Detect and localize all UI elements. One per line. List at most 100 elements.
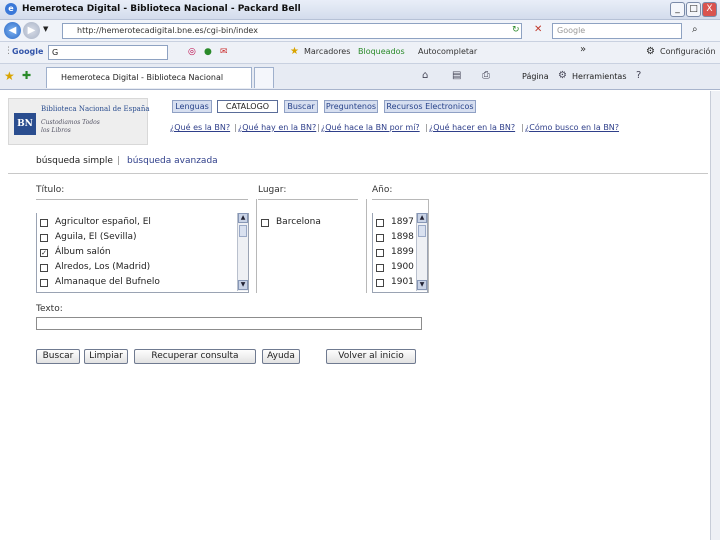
texto-label: Texto:: [36, 304, 63, 314]
lugar-checkbox[interactable]: [261, 219, 269, 227]
list-item-label: 1898: [391, 232, 414, 242]
nav-recursos[interactable]: Recursos Electronicos: [384, 100, 476, 113]
logo-tagline: Custodiamos Todos los Libros: [41, 119, 100, 134]
texto-input[interactable]: [36, 317, 422, 330]
titulo-label: Título:: [36, 185, 65, 195]
anio-checkbox[interactable]: [376, 234, 384, 242]
scroll-down-icon[interactable]: ▼: [417, 280, 427, 290]
scroll-up-icon[interactable]: ▲: [238, 213, 248, 223]
scroll-up-icon[interactable]: ▲: [417, 213, 427, 223]
divider: [258, 199, 358, 200]
recuperar-consulta-button[interactable]: Recuperar consulta: [134, 349, 256, 364]
anio-checkbox[interactable]: [376, 264, 384, 272]
favorites-star-icon[interactable]: ★: [4, 69, 15, 83]
anio-checkbox[interactable]: [376, 279, 384, 287]
feeds-icon[interactable]: ▤: [452, 70, 461, 81]
refresh-icon[interactable]: ↻: [512, 25, 520, 35]
url-text: http://hemerotecadigital.bne.es/cgi-bin/…: [77, 26, 258, 35]
list-item-label: 1897: [391, 217, 414, 227]
google-toolbar: ⋮ Google G ◎ ● ✉ ★ Marcadores Bloqueados…: [0, 42, 720, 64]
close-button[interactable]: X: [702, 2, 717, 17]
list-item-label: Aguila, El (Sevilla): [55, 232, 137, 242]
bne-logo[interactable]: BN Biblioteca Nacional de España Custodi…: [8, 98, 150, 145]
link-como-busco[interactable]: ¿Cómo busco en la BN?: [525, 123, 619, 132]
titulo-checkbox[interactable]: [40, 234, 48, 242]
list-item-label: 1900: [391, 262, 414, 272]
help-icon[interactable]: ?: [636, 70, 641, 81]
buscar-button[interactable]: Buscar: [36, 349, 80, 364]
settings-icon[interactable]: ⚙: [646, 46, 655, 57]
page-menu[interactable]: Página: [522, 72, 549, 81]
window-title: Hemeroteca Digital - Biblioteca Nacional…: [22, 4, 301, 14]
popup-icon[interactable]: ●: [204, 47, 212, 57]
scroll-thumb[interactable]: [418, 225, 426, 237]
search-icon[interactable]: ⌕: [692, 24, 698, 35]
settings-menu[interactable]: Configuración: [660, 47, 716, 56]
bookmark-star-icon[interactable]: ★: [290, 46, 299, 57]
search-simple-link[interactable]: búsqueda simple: [36, 156, 113, 166]
search-input[interactable]: Google: [552, 23, 682, 39]
titulo-checkbox[interactable]: [40, 219, 48, 227]
forward-icon[interactable]: ▶: [23, 22, 40, 39]
address-bar: ◀ ▶ ▼ http://hemerotecadigital.bne.es/cg…: [0, 20, 720, 42]
tools-menu[interactable]: Herramientas: [572, 72, 627, 81]
google-search-field[interactable]: G: [48, 45, 168, 60]
anio-checkbox[interactable]: [376, 219, 384, 227]
page-scrollbar[interactable]: [710, 91, 720, 540]
link-que-es[interactable]: ¿Qué es la BN?: [170, 123, 230, 132]
tab-hemeroteca[interactable]: Hemeroteca Digital - Biblioteca Nacional: [46, 67, 252, 88]
divider: [36, 199, 248, 200]
divider: [8, 173, 708, 174]
titulo-checkbox-checked[interactable]: ✓: [40, 249, 48, 257]
search-advanced-link[interactable]: búsqueda avanzada: [127, 156, 218, 166]
logo-title: Biblioteca Nacional de España: [41, 105, 150, 113]
scroll-down-icon[interactable]: ▼: [238, 280, 248, 290]
window-titlebar: e Hemeroteca Digital - Biblioteca Nacion…: [0, 0, 720, 20]
stop-icon[interactable]: ✕: [534, 24, 542, 35]
nav-preguntenos[interactable]: Preguntenos: [324, 100, 378, 113]
minimize-button[interactable]: _: [670, 2, 685, 17]
maximize-button[interactable]: □: [686, 2, 701, 17]
limpiar-button[interactable]: Limpiar: [84, 349, 128, 364]
ayuda-button[interactable]: Ayuda: [262, 349, 300, 364]
divider: [256, 199, 257, 293]
list-item-label: 1901: [391, 277, 414, 287]
autofill-menu[interactable]: Autocompletar: [418, 47, 477, 56]
back-icon[interactable]: ◀: [4, 22, 21, 39]
url-field[interactable]: http://hemerotecadigital.bne.es/cgi-bin/…: [62, 23, 522, 39]
link-que-hace[interactable]: ¿Qué hace la BN por mí?: [321, 123, 420, 132]
anio-scrollbar[interactable]: ▲ ▼: [416, 213, 427, 291]
separator: |: [521, 123, 524, 132]
titulo-scrollbar[interactable]: ▲ ▼: [237, 213, 248, 291]
anio-list[interactable]: 1897 1898 1899 1900 1901 ▲ ▼: [372, 213, 428, 293]
tab-bar: ★ ✚ Hemeroteca Digital - Biblioteca Naci…: [0, 64, 720, 90]
mail-icon[interactable]: ✉: [220, 47, 228, 57]
nav-buscar[interactable]: Buscar: [284, 100, 318, 113]
nav-catalogo[interactable]: CATALOGO: [217, 100, 278, 113]
titulo-checkbox[interactable]: [40, 279, 48, 287]
history-dropdown-icon[interactable]: ▼: [43, 25, 48, 33]
add-favorite-icon[interactable]: ✚: [22, 69, 31, 82]
google-dropdown-value: G: [52, 48, 59, 57]
scroll-thumb[interactable]: [239, 225, 247, 237]
list-item-label: Almanaque del Bufnelo: [55, 277, 160, 287]
titulo-list[interactable]: Agricultor español, El Aguila, El (Sevil…: [36, 213, 249, 293]
tools-icon[interactable]: ⚙: [558, 70, 567, 81]
new-tab-button[interactable]: [254, 67, 274, 88]
bookmarks-menu[interactable]: Marcadores: [304, 47, 350, 56]
tab-label: Hemeroteca Digital - Biblioteca Nacional: [61, 73, 224, 82]
blocked-menu[interactable]: Bloqueados: [358, 47, 405, 56]
link-que-hay[interactable]: ¿Qué hay en la BN?: [238, 123, 316, 132]
nav-lenguas[interactable]: Lenguas: [172, 100, 212, 113]
divider: [366, 199, 367, 293]
home-icon[interactable]: ⌂: [422, 70, 428, 81]
more-chevron[interactable]: »: [580, 44, 586, 55]
titulo-checkbox[interactable]: [40, 264, 48, 272]
link-que-hacer[interactable]: ¿Qué hacer en la BN?: [429, 123, 515, 132]
print-icon[interactable]: ⎙: [482, 70, 490, 81]
anio-checkbox[interactable]: [376, 249, 384, 257]
list-item-label: Agricultor español, El: [55, 217, 151, 227]
mode-separator: |: [117, 156, 121, 166]
volver-inicio-button[interactable]: Volver al inicio: [326, 349, 416, 364]
lugar-list[interactable]: Barcelona: [258, 213, 358, 293]
